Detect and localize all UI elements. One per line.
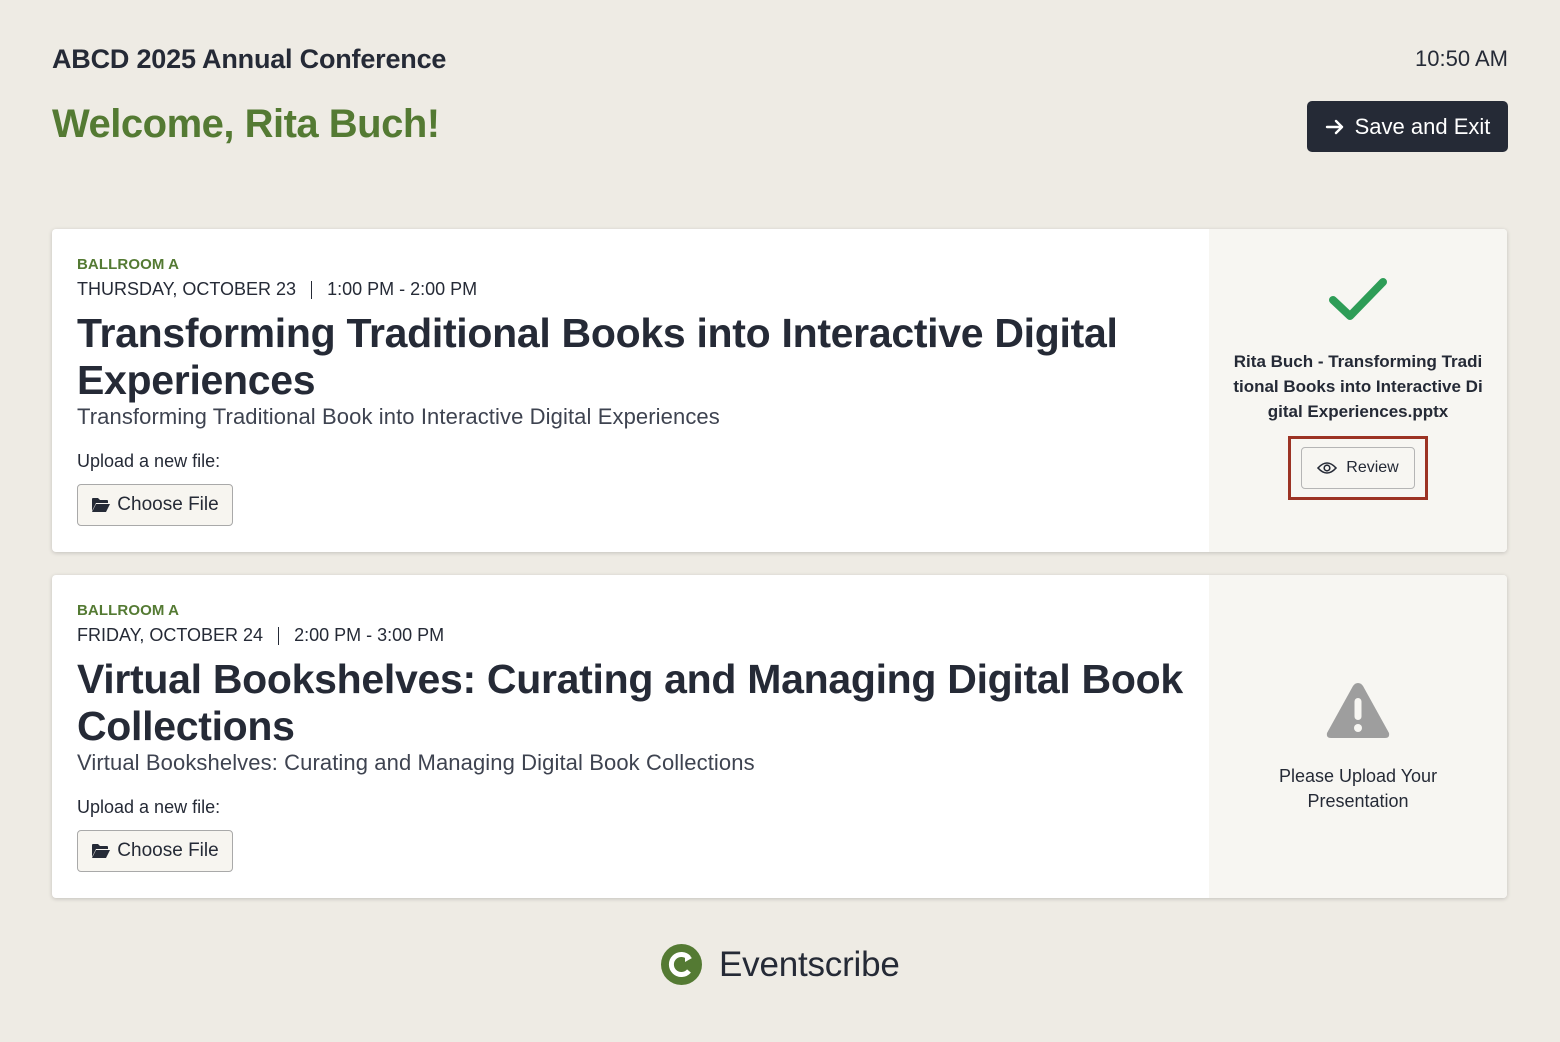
session-datetime: THURSDAY, OCTOBER 23 1:00 PM - 2:00 PM — [77, 279, 1184, 300]
session-datetime: FRIDAY, OCTOBER 24 2:00 PM - 3:00 PM — [77, 625, 1184, 646]
upload-status-panel: Rita Buch - Transforming Traditional Boo… — [1209, 229, 1507, 552]
choose-file-button[interactable]: Choose File — [77, 830, 233, 872]
arrow-right-icon — [1325, 119, 1343, 134]
eventscribe-logo-icon — [661, 944, 702, 985]
session-details: BALLROOM A FRIDAY, OCTOBER 24 2:00 PM - … — [52, 575, 1209, 898]
session-details: BALLROOM A THURSDAY, OCTOBER 23 1:00 PM … — [52, 229, 1209, 552]
choose-file-label: Choose File — [117, 840, 219, 861]
session-card: BALLROOM A THURSDAY, OCTOBER 23 1:00 PM … — [52, 229, 1507, 552]
brand-name: Eventscribe — [719, 944, 900, 984]
page: ABCD 2025 Annual Conference 10:50 AM Wel… — [0, 0, 1560, 1042]
check-icon — [1329, 277, 1387, 320]
folder-open-icon — [92, 498, 111, 512]
review-button[interactable]: Review — [1301, 446, 1415, 489]
welcome-heading: Welcome, Rita Buch! — [52, 102, 440, 146]
session-subtitle: Virtual Bookshelves: Curating and Managi… — [77, 750, 755, 775]
divider — [278, 626, 280, 645]
folder-open-icon — [92, 844, 111, 858]
clock-time: 10:50 AM — [1415, 46, 1508, 71]
upload-label: Upload a new file: — [77, 451, 221, 471]
session-date: THURSDAY, OCTOBER 23 — [77, 279, 297, 299]
session-room: BALLROOM A — [77, 256, 180, 273]
session-time: 2:00 PM - 3:00 PM — [294, 625, 445, 645]
divider — [311, 280, 313, 299]
choose-file-button[interactable]: Choose File — [77, 484, 233, 526]
review-label: Review — [1346, 458, 1399, 476]
upload-status-panel: Please Upload Your Presentation — [1209, 575, 1507, 898]
conference-title: ABCD 2025 Annual Conference — [52, 44, 447, 74]
session-subtitle: Transforming Traditional Book into Inter… — [77, 404, 720, 429]
upload-prompt: Please Upload Your Presentation — [1278, 765, 1438, 811]
session-time: 1:00 PM - 2:00 PM — [327, 279, 478, 299]
uploaded-file-name: Rita Buch - Transforming Traditional Boo… — [1233, 351, 1483, 421]
review-highlight: Review — [1288, 435, 1428, 500]
eye-icon — [1317, 461, 1338, 474]
session-card: BALLROOM A FRIDAY, OCTOBER 24 2:00 PM - … — [52, 575, 1507, 898]
eventscribe-brand: Eventscribe — [661, 944, 900, 985]
warning-icon — [1326, 682, 1390, 738]
session-date: FRIDAY, OCTOBER 24 — [77, 625, 264, 645]
session-title: Transforming Traditional Books into Inte… — [77, 310, 1118, 403]
session-room: BALLROOM A — [77, 602, 180, 619]
save-and-exit-button[interactable]: Save and Exit — [1307, 101, 1508, 152]
session-title: Virtual Bookshelves: Curating and Managi… — [77, 656, 1183, 749]
upload-label: Upload a new file: — [77, 797, 221, 817]
choose-file-label: Choose File — [117, 494, 219, 515]
save-and-exit-label: Save and Exit — [1354, 113, 1491, 139]
